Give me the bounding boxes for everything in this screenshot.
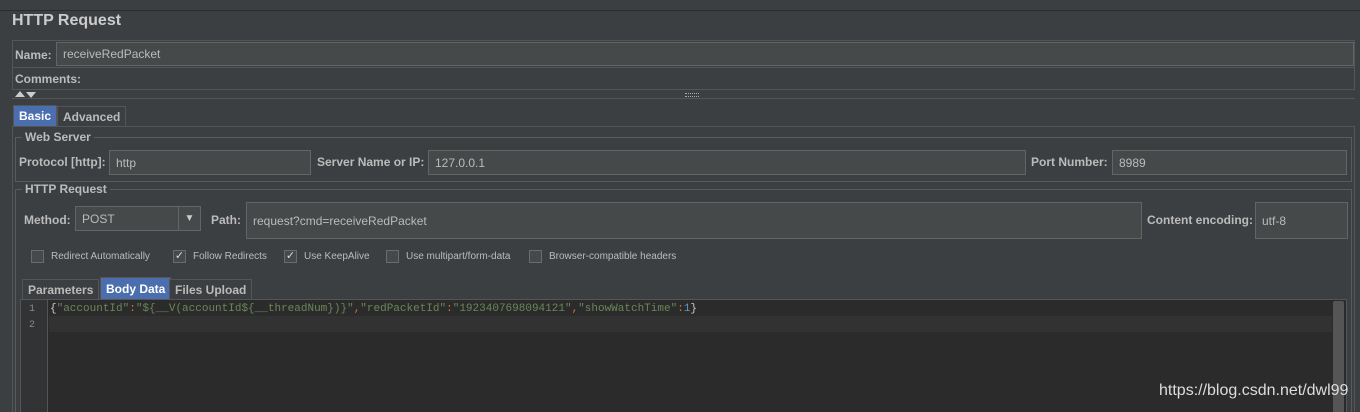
line-number-gutter: 1 2 xyxy=(21,300,48,412)
comments-input[interactable] xyxy=(85,68,1355,89)
top-divider xyxy=(0,0,1360,11)
use-multipart-label: Use multipart/form-data xyxy=(406,251,511,262)
web-server-legend: Web Server xyxy=(22,130,94,144)
tab-files-upload[interactable]: Files Upload xyxy=(169,279,253,299)
browser-compatible-headers-checkbox[interactable]: Browser-compatible headers xyxy=(529,250,676,263)
use-keepalive-label: Use KeepAlive xyxy=(304,251,370,262)
method-label: Method: xyxy=(24,213,71,227)
server-name-input[interactable]: 127.0.0.1 xyxy=(428,150,1026,175)
comments-row: Comments: xyxy=(12,68,1355,90)
port-number-input[interactable]: 8989 xyxy=(1112,150,1347,175)
current-line-highlight xyxy=(49,316,1332,332)
tab-basic[interactable]: Basic xyxy=(13,105,58,126)
checkbox-unchecked-icon xyxy=(386,250,399,263)
method-select[interactable]: POST ▼ xyxy=(75,206,201,231)
watermark-text: https://blog.csdn.net/dwl99 xyxy=(1159,382,1349,399)
path-label: Path: xyxy=(211,213,241,227)
method-value: POST xyxy=(82,211,115,226)
tab-parameters[interactable]: Parameters xyxy=(22,279,100,299)
collapse-up-icon[interactable] xyxy=(15,91,25,97)
checkbox-checked-icon: ✓ xyxy=(173,250,186,263)
use-keepalive-checkbox[interactable]: ✓ Use KeepAlive xyxy=(284,250,370,263)
code-line-1: {"accountId":"${__V(accountId${__threadN… xyxy=(50,303,698,315)
name-row: Name: receiveRedPacket xyxy=(12,40,1355,68)
checkbox-unchecked-icon xyxy=(31,250,44,263)
redirect-automatically-label: Redirect Automatically xyxy=(51,251,150,262)
server-name-label: Server Name or IP: xyxy=(317,155,425,169)
expand-down-icon[interactable] xyxy=(26,92,36,98)
port-number-label: Port Number: xyxy=(1031,155,1108,169)
redirect-automatically-checkbox[interactable]: Redirect Automatically xyxy=(31,250,150,263)
tab-body-data[interactable]: Body Data xyxy=(100,277,172,299)
protocol-input[interactable]: http xyxy=(109,150,311,175)
page-title: HTTP Request xyxy=(12,12,122,29)
follow-redirects-checkbox[interactable]: ✓ Follow Redirects xyxy=(173,250,267,263)
checkbox-unchecked-icon xyxy=(529,250,542,263)
tab-advanced[interactable]: Advanced xyxy=(57,106,127,126)
body-data-editor[interactable]: 1 2 {"accountId":"${__V(accountId${__thr… xyxy=(20,299,1347,412)
http-request-legend: HTTP Request xyxy=(22,182,110,196)
line-number: 1 xyxy=(29,304,36,315)
browser-compatible-headers-label: Browser-compatible headers xyxy=(549,251,677,262)
chevron-down-icon[interactable]: ▼ xyxy=(178,207,200,230)
comments-label: Comments: xyxy=(15,72,82,86)
content-encoding-label: Content encoding: xyxy=(1147,213,1253,227)
name-label: Name: xyxy=(15,48,52,62)
http-request-panel: HTTP Request Name: receiveRedPacket Comm… xyxy=(0,0,1360,412)
splitter-grip-icon[interactable] xyxy=(685,93,699,97)
follow-redirects-label: Follow Redirects xyxy=(193,251,267,262)
line-number: 2 xyxy=(29,320,36,331)
protocol-label: Protocol [http]: xyxy=(19,155,106,169)
name-input[interactable]: receiveRedPacket xyxy=(56,42,1354,66)
path-input[interactable]: request?cmd=receiveRedPacket xyxy=(246,202,1142,239)
splitter-bar[interactable] xyxy=(12,91,1355,99)
checkbox-checked-icon: ✓ xyxy=(284,250,297,263)
use-multipart-checkbox[interactable]: Use multipart/form-data xyxy=(386,250,510,263)
content-encoding-input[interactable]: utf-8 xyxy=(1255,202,1348,239)
